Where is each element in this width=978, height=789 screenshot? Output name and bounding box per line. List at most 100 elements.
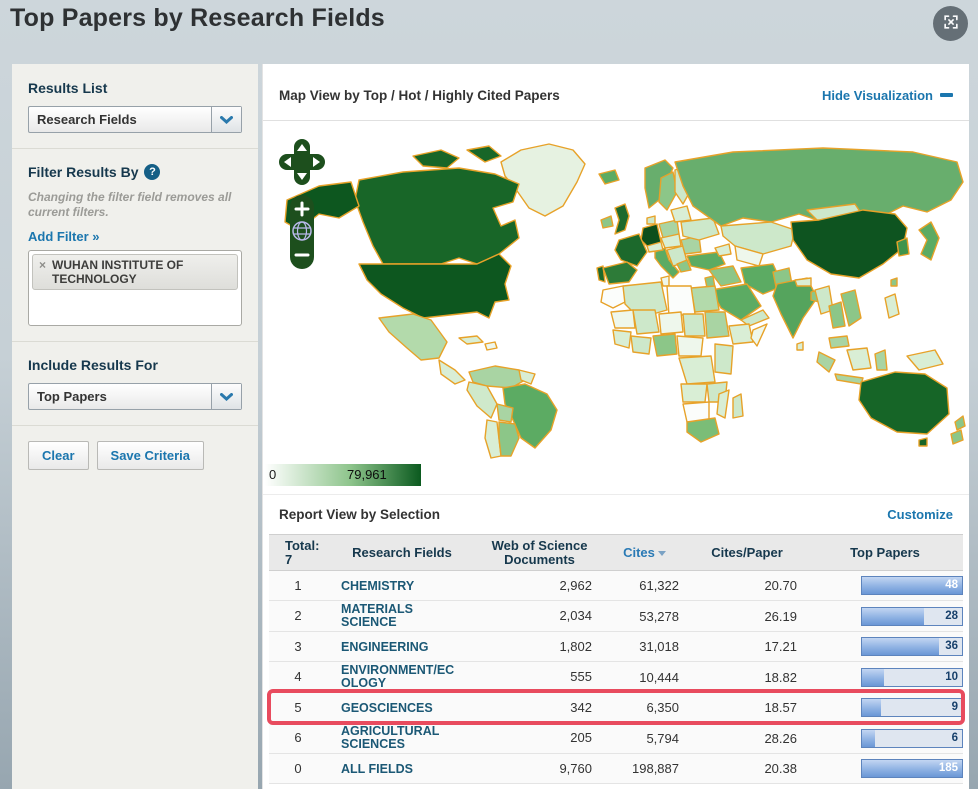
filter-hint-text: Changing the filter field removes all cu… [28, 190, 232, 219]
top-papers-bar: 48 [861, 576, 963, 595]
row-rank: 2 [294, 608, 302, 623]
filter-chip: × WUHAN INSTITUTE OF TECHNOLOGY [32, 254, 238, 290]
top-papers-bar-fill [862, 729, 875, 747]
results-list-dropdown[interactable]: Research Fields [28, 106, 242, 133]
row-wos-documents: 342 [570, 699, 592, 715]
top-papers-value: 6 [951, 731, 958, 744]
top-papers-value: 9 [951, 701, 958, 713]
row-rank: 3 [294, 638, 302, 654]
row-cites: 5,794 [646, 730, 679, 746]
row-wos-documents: 205 [570, 730, 592, 745]
row-cites: 10,444 [639, 669, 679, 685]
research-field-link[interactable]: CHEMISTRY [341, 579, 414, 593]
sidebar-divider [12, 341, 258, 342]
help-icon[interactable]: ? [144, 164, 161, 180]
legend-max-value: 79,961 [347, 467, 387, 482]
row-rank: 6 [294, 730, 302, 745]
fullscreen-button[interactable] [933, 6, 968, 41]
row-field-cell: ALL FIELDS [327, 762, 477, 776]
world-choropleth-map[interactable]: 0 79,961 [263, 120, 969, 494]
table-row: 6 AGRICULTURAL SCIENCES 205 5,794 28.26 … [269, 723, 963, 754]
active-filters-box: × WUHAN INSTITUTE OF TECHNOLOGY [28, 250, 242, 326]
customize-link[interactable]: Customize [887, 507, 953, 522]
row-top-papers-cell: 185 [807, 759, 963, 778]
map-controls [279, 139, 325, 276]
table-row: 2 MATERIALS SCIENCE 2,034 53,278 26.19 2… [269, 601, 963, 632]
top-papers-bar-fill [862, 638, 939, 655]
research-field-link[interactable]: ALL FIELDS [341, 762, 413, 776]
filters-sidebar: Results List Research Fields Filter Resu… [12, 64, 258, 789]
top-papers-bar: 185 [861, 759, 963, 778]
research-field-link[interactable]: ENGINEERING [341, 640, 429, 654]
table-row: 5 GEOSCIENCES 342 6,350 18.57 9 [267, 689, 965, 725]
top-papers-bar-fill [862, 699, 881, 716]
main-panel: Map View by Top / Hot / Highly Cited Pap… [262, 64, 969, 789]
row-top-papers-cell: 28 [807, 606, 963, 626]
add-filter-link[interactable]: Add Filter » [28, 229, 100, 244]
top-papers-bar: 10 [861, 667, 963, 687]
row-wos-documents: 9,760 [559, 760, 592, 776]
results-list-heading: Results List [28, 80, 108, 96]
research-field-link[interactable]: GEOSCIENCES [341, 701, 433, 715]
row-field-cell: AGRICULTURAL SCIENCES [327, 725, 477, 751]
top-papers-bar: 36 [861, 637, 963, 656]
row-field-cell: ENGINEERING [327, 640, 477, 654]
top-papers-bar: 28 [861, 606, 963, 626]
row-wos-documents: 2,962 [559, 577, 592, 593]
column-cites-sort[interactable]: Cites [602, 545, 687, 560]
column-cites-per-paper: Cites/Paper [711, 545, 783, 560]
row-cites: 198,887 [632, 761, 679, 776]
row-rank: 5 [294, 699, 302, 715]
row-top-papers-cell: 9 [807, 698, 963, 717]
column-total: Total: 7 [285, 537, 320, 567]
chevron-down-icon [211, 384, 241, 409]
page-header: Top Papers by Research Fields [0, 0, 978, 64]
expand-icon [941, 12, 961, 35]
zoom-control [290, 195, 314, 269]
remove-filter-icon[interactable]: × [39, 258, 46, 286]
sidebar-divider [12, 425, 258, 426]
include-results-heading: Include Results For [28, 357, 158, 373]
row-cites: 53,278 [639, 608, 679, 624]
row-cites-per-paper: 20.38 [764, 761, 797, 776]
results-list-dropdown-value: Research Fields [37, 112, 137, 127]
hide-visualization-link[interactable]: Hide Visualization [822, 88, 953, 103]
row-cites-per-paper: 18.82 [764, 669, 797, 685]
save-criteria-button[interactable]: Save Criteria [96, 441, 205, 470]
research-field-link[interactable]: AGRICULTURAL SCIENCES [341, 725, 459, 751]
table-row: 0 ALL FIELDS 9,760 198,887 20.38 185 [269, 754, 963, 784]
row-cites-per-paper: 18.57 [764, 700, 797, 715]
top-papers-value: 185 [938, 762, 958, 774]
row-top-papers-cell: 48 [807, 576, 963, 595]
chevron-down-icon [211, 107, 241, 132]
row-cites: 31,018 [639, 639, 679, 654]
world-map-svg [284, 143, 966, 459]
row-top-papers-cell: 6 [807, 728, 963, 748]
row-wos-documents: 555 [570, 669, 592, 684]
row-rank: 0 [294, 760, 302, 776]
row-wos-documents: 1,802 [559, 638, 592, 654]
row-top-papers-cell: 36 [807, 637, 963, 656]
include-results-dropdown[interactable]: Top Papers [28, 383, 242, 410]
research-field-link[interactable]: ENVIRONMENT/ECOLOGY [341, 664, 459, 690]
top-papers-bar: 6 [861, 728, 963, 748]
top-papers-value: 28 [945, 609, 958, 622]
row-field-cell: CHEMISTRY [327, 579, 477, 593]
map-view-title: Map View by Top / Hot / Highly Cited Pap… [279, 87, 560, 103]
column-wos-documents: Web of Science Documents [491, 537, 588, 567]
row-cites-per-paper: 28.26 [764, 730, 797, 746]
top-papers-value: 36 [945, 640, 958, 652]
top-papers-bar-fill [862, 668, 884, 686]
row-field-cell: GEOSCIENCES [327, 701, 477, 715]
clear-button[interactable]: Clear [28, 441, 89, 470]
row-cites: 6,350 [646, 700, 679, 715]
research-field-link[interactable]: MATERIALS SCIENCE [341, 603, 459, 629]
row-rank: 4 [294, 669, 302, 684]
table-row: 1 CHEMISTRY 2,962 61,322 20.70 48 [269, 571, 963, 601]
sidebar-divider [12, 148, 258, 149]
row-wos-documents: 2,034 [559, 608, 592, 623]
top-papers-bar-fill [862, 607, 924, 625]
sort-desc-icon [657, 551, 666, 557]
table-body: 1 CHEMISTRY 2,962 61,322 20.70 48 2 MATE… [267, 571, 965, 784]
minus-icon [940, 93, 953, 97]
